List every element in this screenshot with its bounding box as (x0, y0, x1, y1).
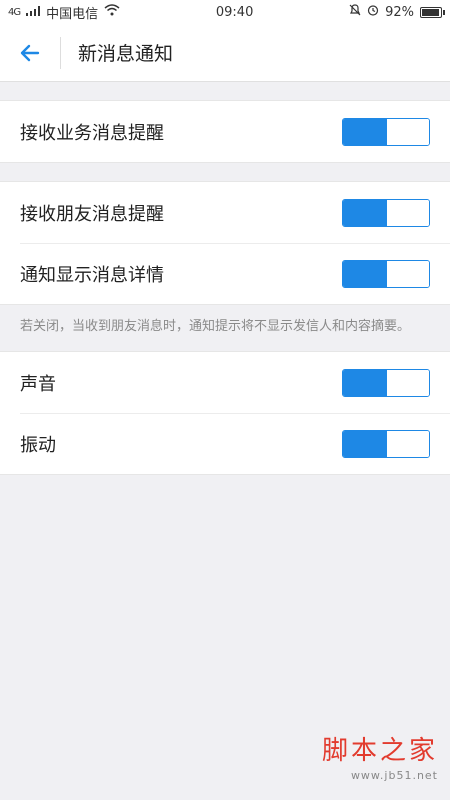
carrier-name: 中国电信 (46, 6, 99, 22)
page-title: 新消息通知 (78, 43, 174, 65)
watermark: 脚本之家 www.jb51.net (322, 730, 438, 782)
title-divider (60, 36, 61, 69)
battery-percent: 92% (385, 4, 414, 20)
vibrate-toggle[interactable] (342, 429, 430, 458)
toggle-thumb-on (343, 430, 387, 457)
toggle-thumb-on (343, 118, 387, 145)
watermark-logo: 脚本之家 (321, 736, 438, 766)
watermark-url: www.jb51.net (350, 769, 438, 782)
battery-level (421, 8, 439, 16)
wifi-icon (104, 4, 120, 20)
toggle-thumb-off (387, 118, 429, 145)
toggle-thumb-off (387, 430, 429, 457)
setting-label: 振动 (20, 434, 56, 456)
signal-bars-icon (26, 5, 41, 20)
setting-label: 通知显示消息详情 (20, 264, 164, 286)
toggle-thumb-on (343, 260, 387, 287)
settings-group-business: 接收业务消息提醒 (0, 100, 450, 163)
setting-label: 接收业务消息提醒 (20, 122, 164, 144)
toggle-thumb-on (343, 369, 387, 396)
toggle-thumb-off (387, 260, 429, 287)
signal-indicator: 4G (8, 6, 21, 18)
friend-reminder-toggle[interactable] (342, 198, 430, 227)
status-right: 92% (349, 4, 445, 20)
business-reminder-toggle[interactable] (342, 117, 430, 146)
setting-label: 接收朋友消息提醒 (20, 203, 164, 225)
settings-group-friends: 接收朋友消息提醒 通知显示消息详情 (0, 181, 450, 305)
title-bar: 新消息通知 (0, 24, 450, 82)
setting-row-vibrate[interactable]: 振动 (0, 413, 450, 474)
arrow-left-icon (20, 44, 40, 61)
setting-label: 声音 (20, 373, 56, 395)
mute-bell-icon (349, 4, 361, 20)
details-hint-text: 若关闭，当收到朋友消息时，通知提示将不显示发信人和内容摘要。 (20, 319, 411, 334)
show-details-toggle[interactable] (342, 259, 430, 288)
status-left: 4G 中国电信 (8, 3, 120, 22)
toggle-thumb-off (387, 199, 429, 226)
status-bar: 4G 中国电信 09:40 92% (0, 0, 450, 24)
toggle-thumb-off (387, 369, 429, 396)
sound-toggle[interactable] (342, 368, 430, 397)
back-button[interactable] (0, 24, 60, 82)
toggle-thumb-on (343, 199, 387, 226)
setting-row-show-details[interactable]: 通知显示消息详情 (0, 243, 450, 304)
settings-group-alerts: 声音 振动 (0, 351, 450, 475)
setting-row-sound[interactable]: 声音 (0, 352, 450, 413)
clock: 09:40 (215, 4, 254, 20)
battery-icon (419, 6, 445, 18)
alarm-icon (367, 4, 379, 20)
setting-row-business-reminder[interactable]: 接收业务消息提醒 (0, 101, 450, 162)
setting-row-friend-reminder[interactable]: 接收朋友消息提醒 (0, 182, 450, 243)
